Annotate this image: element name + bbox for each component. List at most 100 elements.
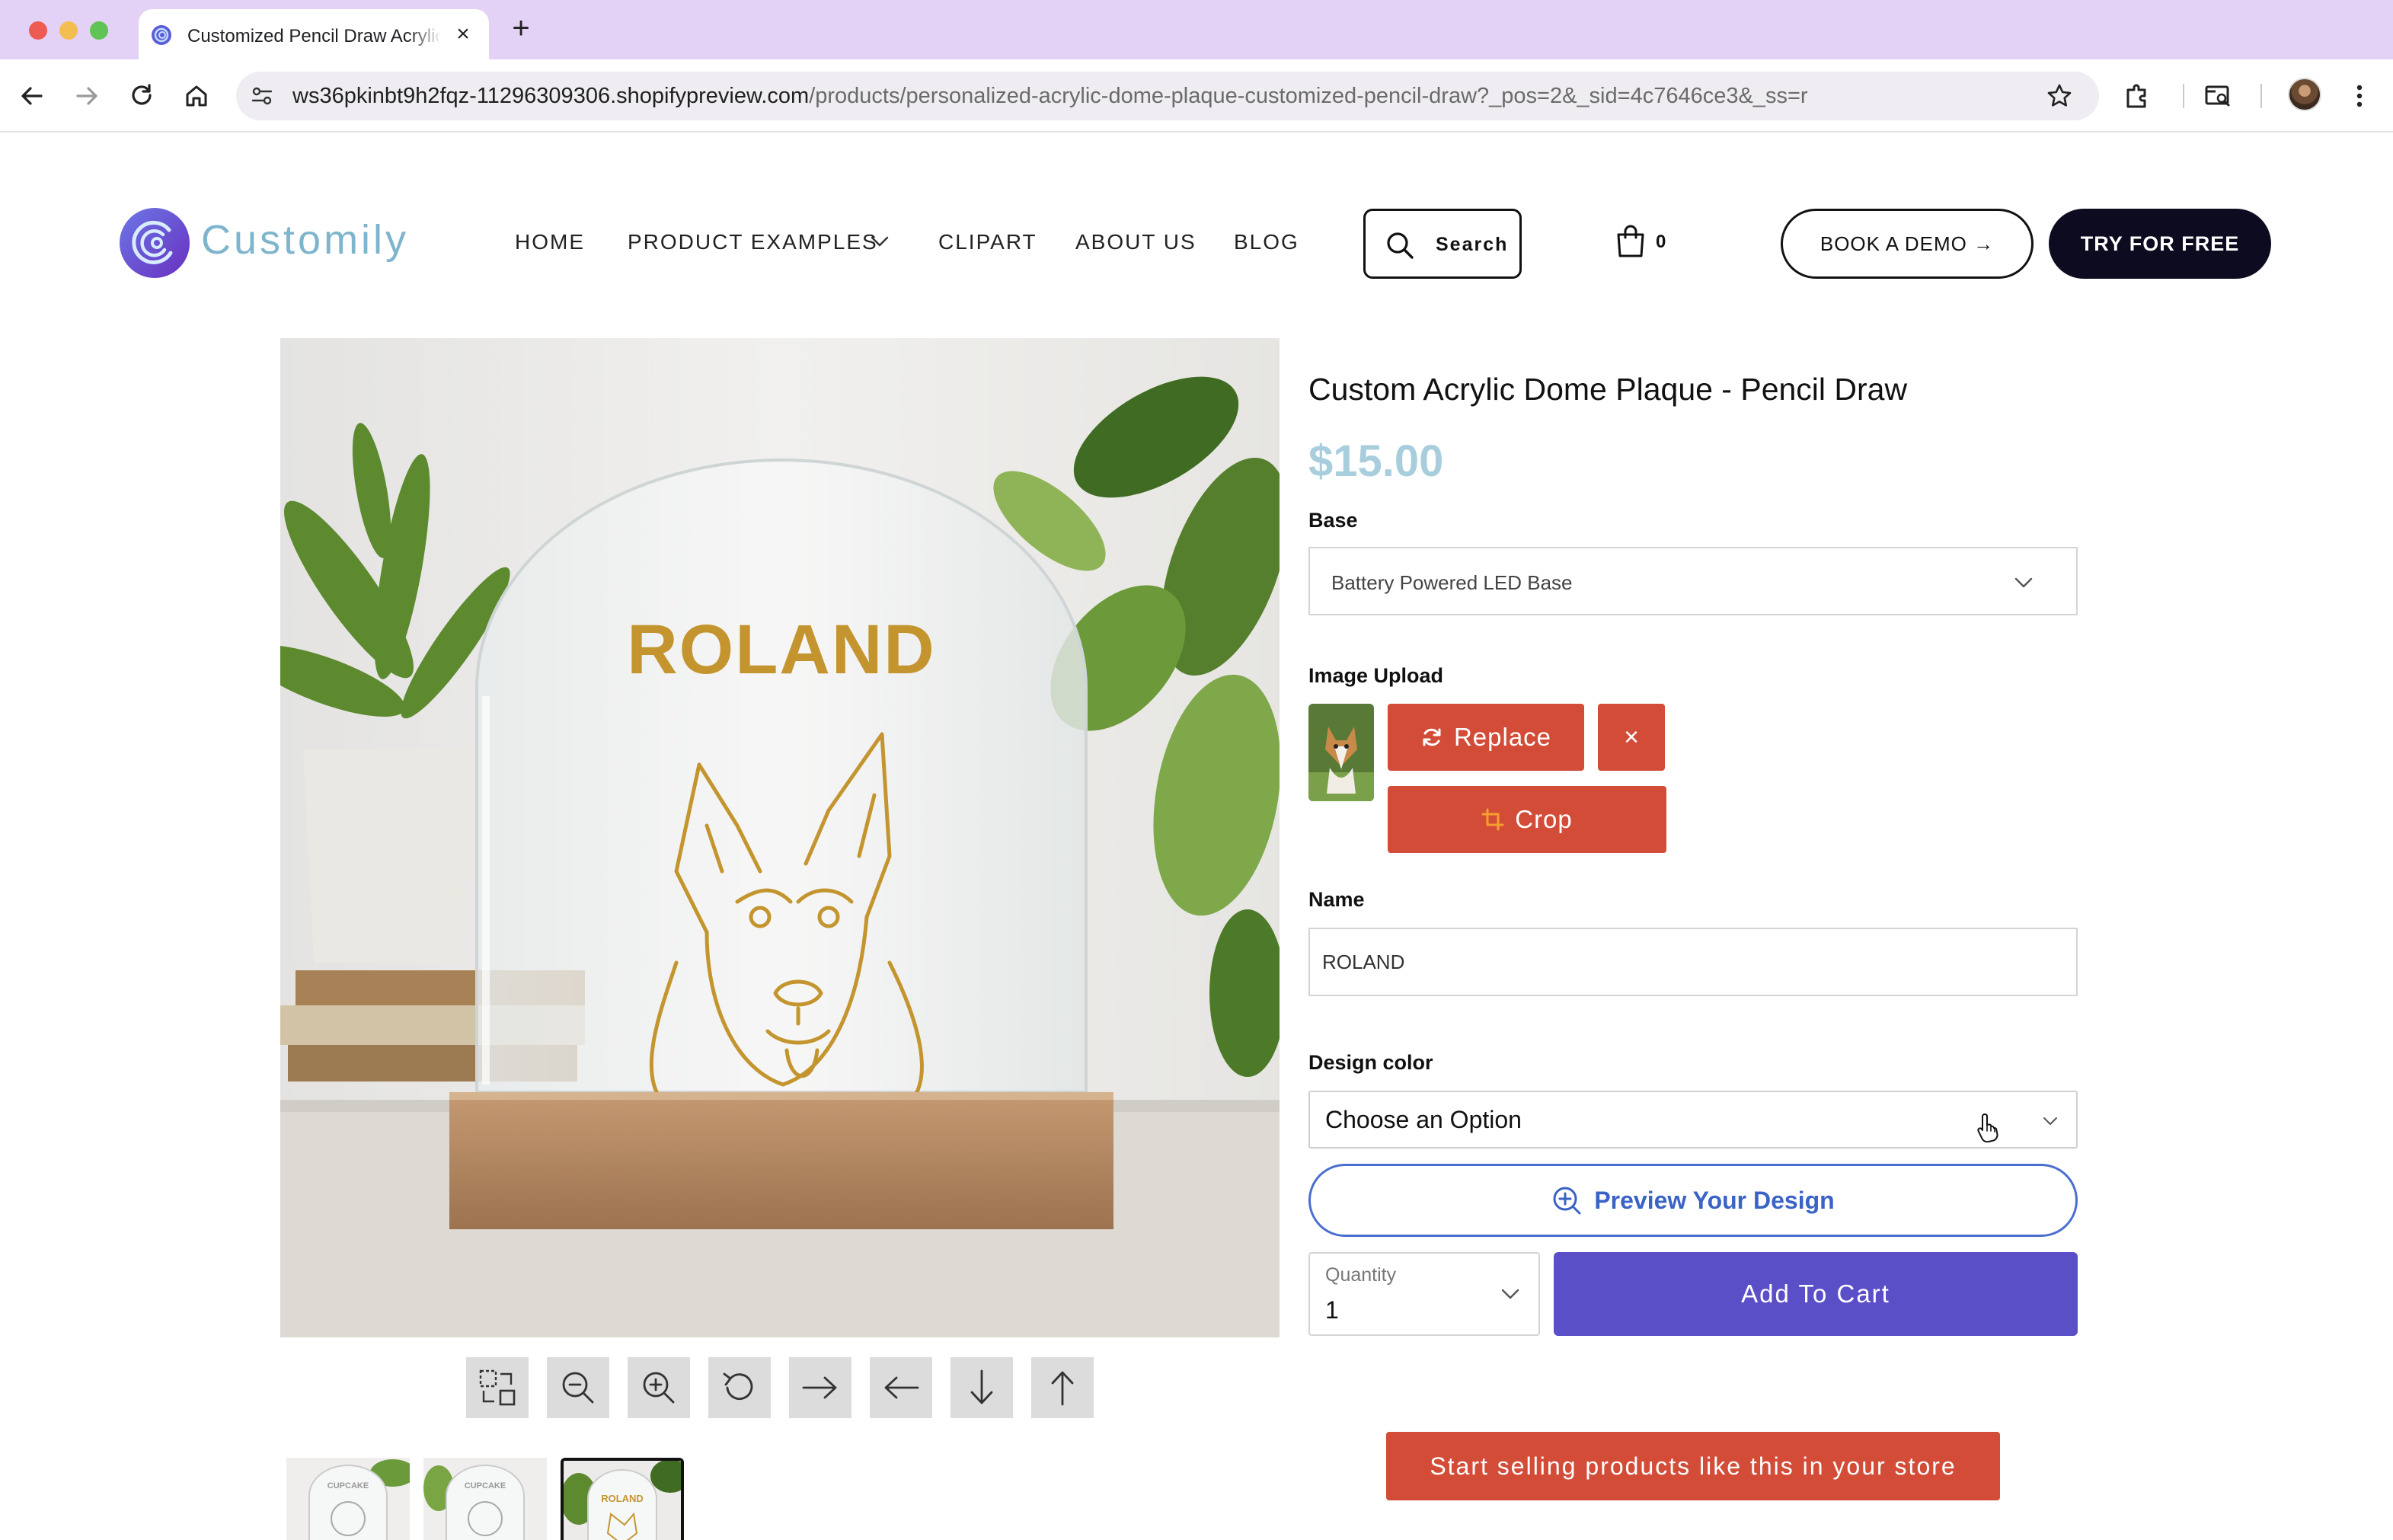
thumbnail-text: CUPCAKE xyxy=(465,1481,506,1490)
fit-icon xyxy=(479,1369,516,1406)
tab-title-fade xyxy=(408,21,442,52)
nav-blog[interactable]: BLOG xyxy=(1234,230,1299,254)
move-left-button[interactable] xyxy=(870,1357,932,1418)
move-right-button[interactable] xyxy=(789,1357,851,1418)
cart-count: 0 xyxy=(1656,232,1666,252)
close-icon: × xyxy=(1624,723,1639,752)
arrow-right-icon xyxy=(802,1376,837,1399)
try-for-free-button[interactable]: TRY FOR FREE xyxy=(2049,209,2271,279)
zoom-in-icon xyxy=(1553,1187,1581,1215)
base-select[interactable]: Battery Powered LED Base xyxy=(1308,547,2078,615)
logo-wordmark[interactable]: Customily xyxy=(201,216,409,264)
engraved-name: ROLAND xyxy=(627,611,936,689)
thumbnail-3-active[interactable]: ROLAND xyxy=(561,1458,684,1540)
thumbnail-text: ROLAND xyxy=(601,1493,644,1504)
product-title: Custom Acrylic Dome Plaque - Pencil Draw xyxy=(1308,372,1908,407)
crop-image-button[interactable]: Crop xyxy=(1388,786,1666,853)
forward-arrow-icon[interactable] xyxy=(72,81,102,111)
replace-label: Replace xyxy=(1453,723,1552,751)
thumbnail-2[interactable]: CUPCAKE xyxy=(423,1458,547,1540)
replace-image-button[interactable]: Replace xyxy=(1388,704,1584,771)
browser-toolbar: ws36pkinbt9h2fqz-11296309306.shopifyprev… xyxy=(0,59,2393,133)
preview-label: Preview Your Design xyxy=(1594,1187,1835,1214)
add-to-cart-button[interactable]: Add To Cart xyxy=(1554,1252,2078,1336)
extensions-icon[interactable] xyxy=(2122,81,2152,111)
design-color-select[interactable]: Choose an Option xyxy=(1308,1091,2078,1149)
nav-about-us[interactable]: ABOUT US xyxy=(1075,230,1196,254)
design-color-value: Choose an Option xyxy=(1325,1106,1522,1133)
zoom-in-button[interactable] xyxy=(628,1357,690,1418)
toolbar-divider xyxy=(2183,84,2184,108)
quantity-select[interactable]: Quantity 1 xyxy=(1308,1252,1540,1336)
arrow-down-icon xyxy=(970,1369,993,1404)
url-text[interactable]: ws36pkinbt9h2fqz-11296309306.shopifyprev… xyxy=(292,84,1808,108)
name-input[interactable] xyxy=(1308,928,2078,996)
nav-home[interactable]: HOME xyxy=(515,230,585,254)
window-close-button[interactable] xyxy=(29,21,47,40)
name-label: Name xyxy=(1308,888,1365,911)
rotate-button[interactable] xyxy=(708,1357,771,1418)
address-bar[interactable]: ws36pkinbt9h2fqz-11296309306.shopifyprev… xyxy=(236,72,2099,120)
zoom-out-icon xyxy=(562,1372,594,1404)
start-selling-button[interactable]: Start selling products like this in your… xyxy=(1386,1432,2000,1500)
star-icon[interactable] xyxy=(2046,82,2073,110)
dog-photo-thumbnail xyxy=(1308,704,1374,801)
new-tab-button[interactable]: + xyxy=(507,13,535,43)
customily-logo-icon[interactable] xyxy=(119,207,190,279)
fit-image-button[interactable] xyxy=(466,1357,529,1418)
acrylic-dome-plaque-photo: ROLAND xyxy=(280,338,1280,1337)
browser-tab-active[interactable]: Customized Pencil Draw Acrylic Dome Plaq… xyxy=(139,9,489,59)
nav-clipart[interactable]: CLIPART xyxy=(938,230,1037,254)
image-upload-label: Image Upload xyxy=(1308,664,1444,687)
browser-tab-bar: Customized Pencil Draw Acrylic Dome Plaq… xyxy=(0,0,2393,59)
menu-dots-icon[interactable] xyxy=(2344,81,2375,111)
crop-label: Crop xyxy=(1515,805,1573,833)
design-color-label: Design color xyxy=(1308,1051,1433,1074)
tab-title: Customized Pencil Draw Acrylic Dome Plaq… xyxy=(187,26,439,46)
search-button[interactable]: Search xyxy=(1363,209,1522,279)
quantity-label: Quantity xyxy=(1325,1264,1397,1286)
reload-icon[interactable] xyxy=(126,81,157,111)
profile-avatar[interactable] xyxy=(2288,78,2321,111)
chevron-down-icon xyxy=(2043,1117,2057,1125)
url-host: ws36pkinbt9h2fqz-11296309306.shopifyprev… xyxy=(292,84,810,108)
chevron-down-icon[interactable] xyxy=(868,230,891,253)
book-demo-button[interactable]: BOOK A DEMO → xyxy=(1781,209,2034,279)
chevron-down-icon xyxy=(2014,577,2033,588)
refresh-icon xyxy=(1423,728,1441,746)
window-maximize-button[interactable] xyxy=(90,21,108,40)
thumbnail-1[interactable]: CUPCAKE xyxy=(286,1458,410,1540)
rotate-icon xyxy=(723,1372,753,1401)
remove-image-button[interactable]: × xyxy=(1598,704,1665,771)
thumbnail-image: CUPCAKE xyxy=(423,1458,547,1540)
thumbnail-image: CUPCAKE xyxy=(286,1458,410,1540)
move-down-button[interactable] xyxy=(950,1357,1013,1418)
home-icon[interactable] xyxy=(181,81,212,111)
site-settings-icon[interactable] xyxy=(250,84,274,108)
base-select-value: Battery Powered LED Base xyxy=(1331,571,1573,594)
customily-favicon-icon xyxy=(152,25,171,45)
zoom-in-icon xyxy=(643,1372,675,1404)
base-label: Base xyxy=(1308,509,1358,532)
url-path: /products/personalized-acrylic-dome-plaq… xyxy=(809,84,1808,108)
product-price: $15.00 xyxy=(1308,436,1444,486)
arrow-left-icon xyxy=(884,1376,919,1399)
arrow-up-icon xyxy=(1051,1371,1074,1406)
tab-search-icon[interactable] xyxy=(2203,81,2233,111)
crop-icon xyxy=(1481,808,1504,831)
chevron-down-icon xyxy=(1501,1289,1519,1299)
move-up-button[interactable] xyxy=(1031,1357,1094,1418)
back-arrow-icon[interactable] xyxy=(17,81,47,111)
shopping-bag-icon[interactable] xyxy=(1615,224,1647,259)
search-icon xyxy=(1387,232,1414,259)
thumbnail-image: ROLAND xyxy=(564,1461,681,1540)
window-minimize-button[interactable] xyxy=(59,21,78,40)
search-label: Search xyxy=(1436,234,1509,255)
uploaded-image-thumbnail[interactable] xyxy=(1308,704,1374,801)
zoom-out-button[interactable] xyxy=(547,1357,609,1418)
product-main-image[interactable]: ROLAND xyxy=(280,338,1280,1337)
thumbnail-text: CUPCAKE xyxy=(327,1481,369,1490)
nav-product-examples[interactable]: PRODUCT EXAMPLES xyxy=(628,230,878,254)
preview-design-button[interactable]: Preview Your Design xyxy=(1308,1164,2078,1237)
tab-close-button[interactable]: × xyxy=(451,23,475,47)
